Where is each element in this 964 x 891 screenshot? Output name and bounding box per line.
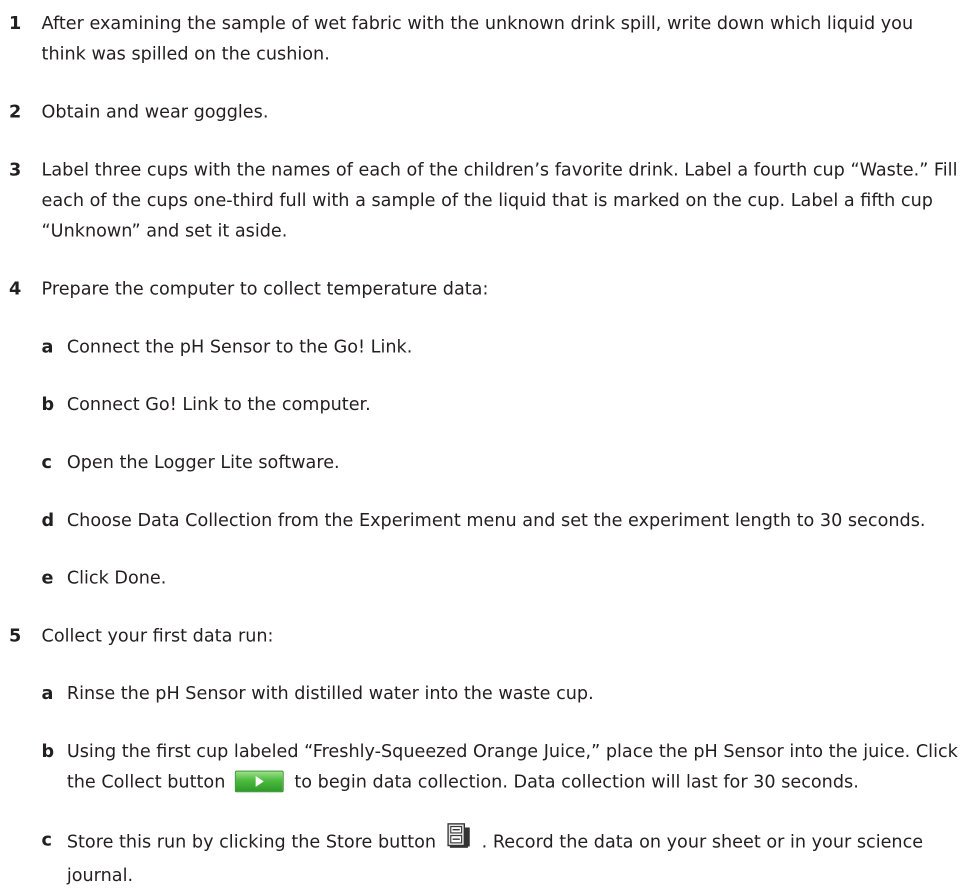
step-number: 2 xyxy=(9,101,22,122)
substep-text: Choose Data Collection from the Experime… xyxy=(66,509,926,531)
step-number: 4 xyxy=(9,278,22,300)
substep-text: Using the first cup labeled “Freshly-Squ… xyxy=(67,736,960,797)
substep-letter: a xyxy=(41,682,54,704)
step-number: 1 xyxy=(9,12,22,34)
substep-text: Open the Logger Lite software. xyxy=(66,451,340,473)
substep-letter: c xyxy=(41,451,52,473)
step-text: Prepare the computer to collect temperat… xyxy=(41,278,489,300)
substep-letter: a xyxy=(41,336,54,357)
substep-text: Connect the pH Sensor to the Go! Link. xyxy=(66,336,413,357)
step-4: 4 Prepare the computer to collect temper… xyxy=(0,274,960,305)
substep-text: Connect Go! Link to the computer. xyxy=(66,393,371,415)
substep-letter: d xyxy=(41,509,55,531)
step-text: After examining the sample of wet fabric… xyxy=(41,12,914,65)
substep-text-before: Store this run by clicking the Store but… xyxy=(66,831,437,852)
step-5: 5 Collect your first data run: xyxy=(0,621,960,652)
step-5b: b Using the first cup labeled “Freshly-S… xyxy=(0,736,960,797)
step-5c: c Store this run by clicking the Store b… xyxy=(0,823,960,891)
substep-letter: b xyxy=(41,393,55,415)
substep-letter: b xyxy=(41,740,55,762)
instructions-page: 1 After examining the sample of wet fabr… xyxy=(0,0,964,886)
substep-letter: c xyxy=(41,829,52,851)
substep-text-after: to begin data collection. Data collectio… xyxy=(294,771,859,793)
step-text: Collect your first data run: xyxy=(41,625,274,646)
step-2: 2 Obtain and wear goggles. xyxy=(0,97,960,128)
step-text: Obtain and wear goggles. xyxy=(41,101,269,122)
substep-text: Rinse the pH Sensor with distilled water… xyxy=(66,682,594,704)
step-5a: a Rinse the pH Sensor with distilled wat… xyxy=(0,678,960,709)
step-4b: b Connect Go! Link to the computer. xyxy=(0,389,960,420)
step-4a: a Connect the pH Sensor to the Go! Link. xyxy=(0,332,960,363)
substep-text: Click Done. xyxy=(66,567,167,589)
step-3: 3 Label three cups with the names of eac… xyxy=(0,154,960,246)
step-1: 1 After examining the sample of wet fabr… xyxy=(0,8,960,69)
store-button-icon xyxy=(447,823,470,858)
step-4d: d Choose Data Collection from the Experi… xyxy=(0,505,960,536)
substep-text: Store this run by clicking the Store but… xyxy=(66,823,960,891)
step-4e: e Click Done. xyxy=(0,563,960,594)
substep-letter: e xyxy=(41,567,54,589)
step-number: 5 xyxy=(9,625,22,646)
step-text: Label three cups with the names of each … xyxy=(41,158,958,242)
step-number: 3 xyxy=(9,158,22,180)
collect-button-icon xyxy=(234,770,284,792)
step-4c: c Open the Logger Lite software. xyxy=(0,447,960,478)
